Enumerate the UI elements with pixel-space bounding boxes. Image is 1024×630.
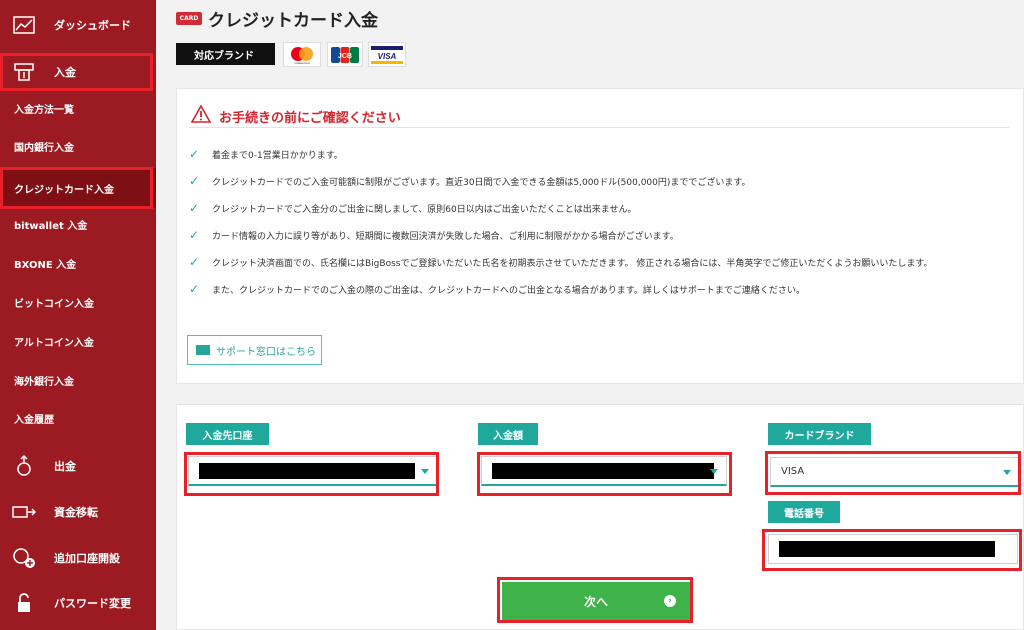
sidebar-item-deposit-methods[interactable]: 入金方法一覧 xyxy=(0,96,156,120)
chart-icon xyxy=(12,13,36,37)
sidebar-item-label: 資金移転 xyxy=(54,506,98,519)
warning-icon xyxy=(190,104,212,127)
notice-item-text: 着金まで0-1営業日かかります。 xyxy=(212,150,343,161)
notice-item: ✓ カード情報の入力に誤り等があり、短期間に複数回決済が失敗した場合、ご利用に制限… xyxy=(189,228,679,242)
divider xyxy=(189,127,1009,128)
card-badge-icon: CARD xyxy=(176,12,202,25)
sidebar-item-overseas-bank[interactable]: 海外銀行入金 xyxy=(0,368,156,392)
notice-item: ✓ クレジットカードでご入金分のご出金に関しまして、原則60日以内はご出金いただく… xyxy=(189,201,636,215)
sidebar-item-label: アルトコイン入金 xyxy=(14,337,94,349)
notice-item: ✓ また、クレジットカードでのご入金の際のご出金は、クレジットカードへのご出金とな… xyxy=(189,282,805,296)
notice-header: お手続きの前にご確認ください xyxy=(190,104,401,127)
sidebar-item-label: 入金履歴 xyxy=(14,414,54,426)
highlight-box xyxy=(762,529,1022,571)
check-icon: ✓ xyxy=(189,201,200,215)
withdraw-icon xyxy=(12,454,36,478)
sidebar-item-label: 入金方法一覧 xyxy=(14,104,74,116)
sidebar-item-label: ビットコイン入金 xyxy=(14,298,94,310)
amount-label: 入金額 xyxy=(478,423,538,445)
notice-item: ✓ 着金まで0-1営業日かかります。 xyxy=(189,147,343,161)
sidebar: ダッシュボード 入金 入金方法一覧 国内銀行入金 クレジットカード入金 bitw… xyxy=(0,0,156,630)
mail-icon xyxy=(196,345,210,355)
phone-label: 電話番号 xyxy=(768,501,840,523)
jcb-logo: JCB xyxy=(327,42,363,67)
supported-brands-label: 対応ブランド xyxy=(176,43,275,65)
sidebar-item-label: 追加口座開設 xyxy=(54,552,120,565)
transfer-icon xyxy=(12,500,36,524)
notice-item-text: カード情報の入力に誤り等があり、短期間に複数回決済が失敗した場合、ご利用に制限が… xyxy=(212,231,679,242)
sidebar-item-password[interactable]: パスワード変更 xyxy=(0,587,156,619)
sidebar-item-label: ダッシュボード xyxy=(54,19,131,32)
highlight-box xyxy=(477,452,732,496)
jcb-text: JCB xyxy=(338,53,352,60)
mastercard-text: mastercard xyxy=(294,61,309,65)
notice-item-text: クレジットカードでご入金分のご出金に関しまして、原則60日以内はご出金いただくこ… xyxy=(212,204,637,215)
sidebar-item-deposit-history[interactable]: 入金履歴 xyxy=(0,406,156,430)
page-header: CARD クレジットカード入金 xyxy=(176,6,378,31)
notice-title: お手続きの前にご確認ください xyxy=(219,110,401,126)
sidebar-item-withdraw[interactable]: 出金 xyxy=(0,450,156,482)
visa-text: VISA xyxy=(378,52,397,61)
notice-item-text: また、クレジットカードでのご入金の際のご出金は、クレジットカードへのご出金となる… xyxy=(212,285,805,296)
lock-icon xyxy=(12,591,36,615)
check-icon: ✓ xyxy=(189,282,200,296)
support-link-button[interactable]: サポート窓口はこちら xyxy=(187,335,322,365)
notice-item: ✓ クレジットカードでのご入金可能額に制限がございます。直近30日間で入金できる金… xyxy=(189,174,750,188)
sidebar-item-altcoin[interactable]: アルトコイン入金 xyxy=(0,329,156,353)
notice-panel: お手続きの前にご確認ください ✓ 着金まで0-1営業日かかります。 ✓ クレジットカ… xyxy=(176,88,1024,384)
account-label: 入金先口座 xyxy=(186,423,269,445)
sidebar-item-label: 出金 xyxy=(54,460,76,473)
sidebar-item-label: 国内銀行入金 xyxy=(14,142,74,154)
highlight-box xyxy=(765,451,1021,495)
highlight-box xyxy=(497,577,693,623)
sidebar-item-dashboard[interactable]: ダッシュボード xyxy=(0,8,156,42)
sidebar-item-bxone[interactable]: BXONE 入金 xyxy=(0,251,156,275)
page-title: クレジットカード入金 xyxy=(208,11,378,31)
sidebar-item-domestic-bank[interactable]: 国内銀行入金 xyxy=(0,134,156,158)
sidebar-item-label: bitwallet 入金 xyxy=(14,220,88,232)
support-link-label: サポート窓口はこちら xyxy=(216,346,316,358)
sidebar-item-label: BXONE 入金 xyxy=(14,259,77,271)
sidebar-item-transfer[interactable]: 資金移転 xyxy=(0,496,156,528)
visa-logo: VISA xyxy=(368,42,406,67)
sidebar-item-bitwallet[interactable]: bitwallet 入金 xyxy=(0,212,156,236)
highlight-box xyxy=(0,167,153,209)
sidebar-item-label: 海外銀行入金 xyxy=(14,376,74,388)
notice-item-text: クレジット決済画面での、氏名欄にはBigBossでご登録いただいた氏名を初期表示… xyxy=(212,258,933,269)
notice-item: ✓ クレジット決済画面での、氏名欄にはBigBossでご登録いただいた氏名を初期表… xyxy=(189,255,933,269)
sidebar-item-add-account[interactable]: 追加口座開設 xyxy=(0,542,156,574)
main-content: CARD クレジットカード入金 対応ブランド mastercard JCB VI… xyxy=(156,0,1024,630)
notice-item-text: クレジットカードでのご入金可能額に制限がございます。直近30日間で入金できる金額… xyxy=(212,177,751,188)
sidebar-item-label: パスワード変更 xyxy=(54,597,131,610)
highlight-box xyxy=(184,452,439,496)
check-icon: ✓ xyxy=(189,255,200,269)
mastercard-logo: mastercard xyxy=(283,42,321,67)
add-account-icon xyxy=(12,546,36,570)
check-icon: ✓ xyxy=(189,228,200,242)
check-icon: ✓ xyxy=(189,174,200,188)
check-icon: ✓ xyxy=(189,147,200,161)
card-brand-label: カードブランド xyxy=(768,423,871,445)
highlight-box xyxy=(0,53,153,91)
sidebar-item-bitcoin[interactable]: ビットコイン入金 xyxy=(0,290,156,314)
